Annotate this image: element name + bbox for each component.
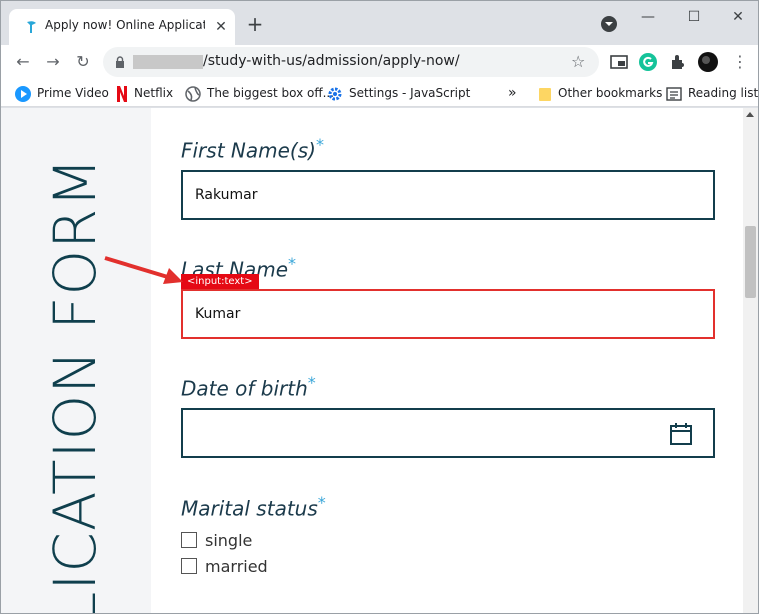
- tab-close-icon[interactable]: ✕: [211, 17, 231, 37]
- browser-toolbar: ← → ↻ /study-with-us/admission/apply-now…: [1, 45, 758, 79]
- reload-icon[interactable]: ↻: [71, 50, 95, 74]
- bookmark-box-office[interactable]: The biggest box off...: [185, 83, 334, 103]
- bookmark-label: Other bookmarks: [558, 86, 663, 100]
- marital-option-married[interactable]: married: [181, 557, 268, 577]
- tab-strip: Apply now! Online Application Fo ✕ + — ☐…: [1, 1, 758, 45]
- address-bar[interactable]: /study-with-us/admission/apply-now/ ☆: [103, 47, 599, 77]
- bookmark-label: Settings - JavaScript: [349, 86, 471, 100]
- scroll-thumb[interactable]: [745, 226, 756, 298]
- forward-icon[interactable]: →: [41, 50, 65, 74]
- new-tab-icon[interactable]: +: [244, 14, 266, 36]
- marital-option-single[interactable]: single: [181, 531, 252, 551]
- scroll-up-icon[interactable]: [746, 112, 754, 117]
- dob-label: Date of birth*: [181, 373, 316, 401]
- folder-icon: [539, 87, 551, 101]
- tab-search-icon[interactable]: [601, 16, 617, 32]
- side-panel: LICATION FORM: [1, 108, 151, 614]
- bookmark-label: Prime Video: [37, 86, 109, 100]
- gear-icon: [328, 87, 342, 100]
- married-label: married: [205, 557, 268, 576]
- married-checkbox[interactable]: [181, 558, 197, 574]
- application-form: First Name(s)* Rakumar Last Name* <input…: [151, 108, 743, 613]
- picture-in-picture-icon[interactable]: [609, 52, 629, 72]
- site-favicon-icon: [27, 21, 36, 33]
- bookmark-netflix[interactable]: Netflix: [116, 83, 173, 103]
- marital-status-label: Marital status*: [181, 493, 326, 521]
- bookmark-label: Reading list: [688, 86, 759, 100]
- prime-video-icon: [15, 85, 31, 102]
- maximize-icon[interactable]: ☐: [679, 7, 709, 27]
- bookmark-other[interactable]: Other bookmarks: [538, 83, 662, 103]
- grammarly-icon[interactable]: [638, 52, 658, 72]
- dob-input[interactable]: [181, 408, 715, 458]
- extensions-icon[interactable]: [668, 52, 688, 72]
- globe-icon: [185, 85, 201, 102]
- required-mark: *: [288, 254, 297, 273]
- last-name-input[interactable]: Kumar: [181, 289, 715, 339]
- first-name-value: Rakumar: [195, 187, 258, 203]
- browser-window: Apply now! Online Application Fo ✕ + — ☐…: [0, 0, 759, 614]
- close-window-icon[interactable]: ✕: [723, 7, 753, 27]
- bookmark-label: The biggest box off...: [207, 86, 335, 100]
- back-icon[interactable]: ←: [11, 50, 35, 74]
- required-mark: *: [307, 373, 316, 392]
- minimize-icon[interactable]: —: [633, 7, 663, 27]
- bookmarks-overflow-icon[interactable]: »: [508, 83, 517, 103]
- single-checkbox[interactable]: [181, 532, 197, 548]
- first-name-label: First Name(s)*: [181, 135, 324, 163]
- page-viewport: LICATION FORM First Name(s)* Rakumar Las…: [1, 108, 758, 614]
- required-mark: *: [317, 493, 326, 512]
- profile-avatar-icon[interactable]: [698, 52, 718, 72]
- bookmark-settings-javascript[interactable]: Settings - JavaScript: [327, 83, 470, 103]
- annotation-tag: <input:text>: [181, 274, 259, 289]
- first-name-input[interactable]: Rakumar: [181, 170, 715, 220]
- single-label: single: [205, 531, 253, 550]
- reading-list[interactable]: Reading list: [666, 83, 758, 103]
- required-mark: *: [315, 135, 324, 154]
- bookmark-prime-video[interactable]: Prime Video: [15, 83, 109, 103]
- bookmark-star-icon[interactable]: ☆: [571, 52, 585, 71]
- bookmark-label: Netflix: [134, 86, 174, 100]
- calendar-icon[interactable]: [669, 422, 693, 446]
- bookmarks-bar: Prime Video Netflix The biggest box off.…: [1, 79, 758, 107]
- netflix-icon: [117, 85, 127, 102]
- menu-icon[interactable]: ⋮: [728, 50, 752, 74]
- last-name-value: Kumar: [195, 306, 241, 322]
- tab-active[interactable]: Apply now! Online Application Fo ✕: [9, 9, 235, 45]
- url-path: /study-with-us/admission/apply-now/: [203, 53, 460, 69]
- url-host-redacted: [133, 55, 203, 69]
- reading-list-icon: [666, 86, 682, 101]
- vertical-form-title: LICATION FORM: [43, 156, 107, 614]
- annotation-arrow-icon: [104, 256, 183, 284]
- vertical-scrollbar[interactable]: [743, 108, 758, 613]
- lock-icon: [116, 56, 124, 68]
- tab-title: Apply now! Online Application Fo: [45, 18, 205, 32]
